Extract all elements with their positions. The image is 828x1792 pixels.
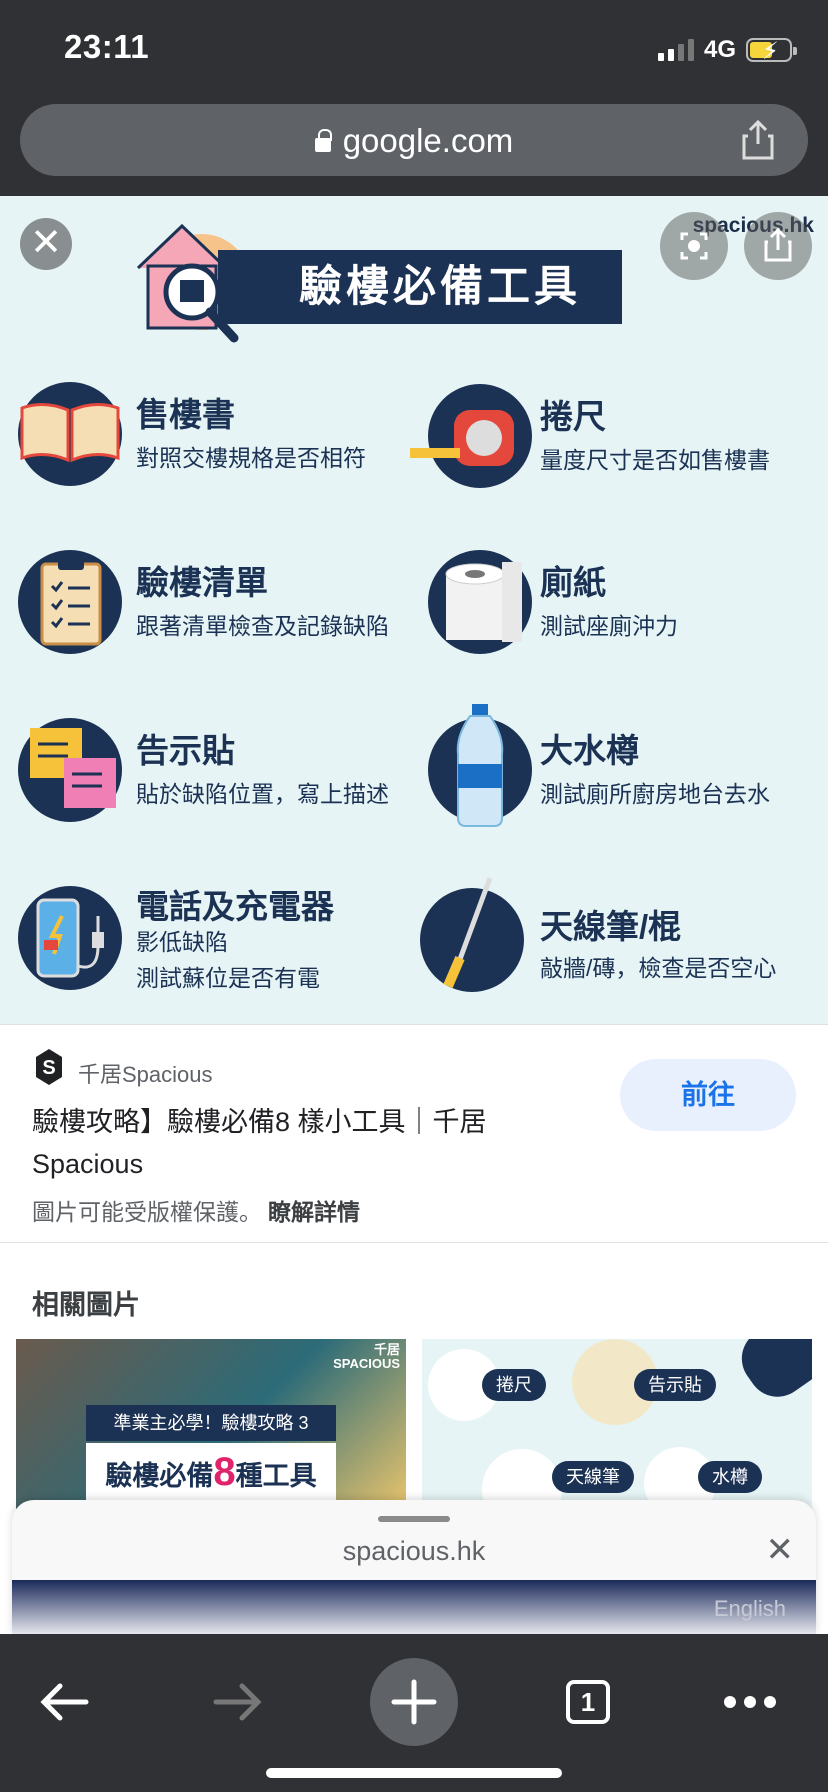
tool-title: 售樓書 xyxy=(136,396,235,433)
banner-title: 驗樓必備工具 xyxy=(218,250,622,324)
tool-title: 大水樽 xyxy=(540,732,639,769)
tool-desc: 跟著清單檢查及記錄缺陷 xyxy=(136,613,389,639)
tool-desc: 測試座廁沖力 xyxy=(540,613,678,639)
sheet-url: spacious.hk xyxy=(342,1536,486,1566)
forward-arrow-icon xyxy=(213,1683,262,1721)
tabs-button[interactable]: 1 xyxy=(544,1658,632,1746)
tool-title: 天線筆/棍 xyxy=(540,908,682,945)
thumb-label: 捲尺 xyxy=(482,1369,546,1401)
tool-title: 廁紙 xyxy=(540,564,606,601)
drag-handle[interactable] xyxy=(378,1516,450,1522)
result-card: S 千居Spacious 驗樓攻略】驗樓必備8 樣小工具｜千居 Spacious… xyxy=(0,1024,828,1242)
tool-desc: 測試蘇位是否有電 xyxy=(136,965,320,991)
thumb-label: 天線筆 xyxy=(552,1461,634,1493)
share-icon[interactable] xyxy=(738,118,778,162)
tool-desc: 對照交樓規格是否相符 xyxy=(136,445,366,471)
phone-charger-icon xyxy=(36,898,104,978)
water-bottle-icon xyxy=(456,704,504,827)
copyright-note: 圖片可能受版權保護。 瞭解詳情 xyxy=(32,1193,360,1227)
back-button[interactable] xyxy=(20,1658,108,1746)
visit-button[interactable]: 前往 xyxy=(620,1059,796,1131)
address-bar[interactable]: google.com xyxy=(20,104,808,176)
battery-icon: ⚡ xyxy=(746,38,797,65)
thumb-brand: 千居 SPACIOUS xyxy=(333,1343,400,1371)
tool-title: 驗樓清單 xyxy=(136,564,268,601)
home-indicator xyxy=(266,1768,562,1778)
tool-title: 告示貼 xyxy=(136,732,235,769)
sticky-note-icon xyxy=(30,728,116,808)
brand-line2: SPACIOUS xyxy=(333,1356,400,1371)
checklist-icon xyxy=(40,558,102,646)
tool-desc: 敲牆/磚，檢查是否空心 xyxy=(540,955,777,981)
status-time: 23:11 xyxy=(64,28,150,65)
more-button[interactable] xyxy=(706,1658,794,1746)
source-name: 千居Spacious xyxy=(78,1062,213,1087)
copyright-text: 圖片可能受版權保護。 xyxy=(32,1199,262,1225)
close-icon[interactable]: ✕ xyxy=(766,1530,795,1570)
related-thumb-2[interactable]: 捲尺 告示貼 天線筆 水樽 xyxy=(422,1339,812,1509)
forward-button[interactable] xyxy=(194,1658,282,1746)
learn-more-link[interactable]: 瞭解詳情 xyxy=(268,1199,360,1225)
language-link[interactable]: English xyxy=(714,1596,786,1622)
tool-title: 電話及充電器 xyxy=(136,888,334,925)
status-icons: 4G ⚡ xyxy=(657,36,797,65)
book-icon xyxy=(20,403,120,463)
decor-shape xyxy=(730,1339,812,1409)
thumb-label: 水樽 xyxy=(698,1461,762,1493)
tab-count: 1 xyxy=(566,1680,610,1724)
thumb-label: 告示貼 xyxy=(634,1369,716,1401)
signal-icon xyxy=(657,39,694,61)
tool-title: 捲尺 xyxy=(540,398,606,435)
tool-desc: 量度尺寸是否如售樓書 xyxy=(540,447,770,473)
image-preview[interactable]: ✕ spacious.hk 驗樓必備工具 售樓書 對照交樓規格是否相符 捲尺 量… xyxy=(0,196,828,1024)
tape-measure-icon xyxy=(410,410,514,466)
headline-b: 種工具 xyxy=(235,1461,317,1491)
site-preview xyxy=(12,1580,816,1634)
result-title[interactable]: 驗樓攻略】驗樓必備8 樣小工具｜千居 Spacious xyxy=(32,1101,522,1185)
network-type: 4G xyxy=(703,36,736,63)
tool-desc: 影低缺陷 xyxy=(136,929,228,955)
lens-icon[interactable] xyxy=(660,212,728,280)
tool-desc: 貼於缺陷位置，寫上描述 xyxy=(136,781,389,807)
headline-num: 8 xyxy=(213,1450,236,1494)
tool-desc: 測試廁所廚房地台去水 xyxy=(540,781,770,807)
site-preview-sheet[interactable]: spacious.hk ✕ English xyxy=(12,1500,816,1634)
headline-a: 驗樓必備 xyxy=(105,1461,214,1491)
top-chrome: 23:11 4G ⚡ google.com xyxy=(0,0,828,196)
related-title: 相關圖片 xyxy=(32,1290,140,1320)
related-thumb-1[interactable]: 千居 SPACIOUS 準業主必學！驗樓攻略 3 驗樓必備8種工具 xyxy=(16,1339,406,1509)
thumb-headline: 驗樓必備8種工具 xyxy=(86,1443,336,1501)
bottom-toolbar: 1 xyxy=(0,1634,828,1792)
spacious-logo-icon: S xyxy=(36,1049,62,1085)
thumb-tag: 準業主必學！驗樓攻略 3 xyxy=(86,1405,336,1441)
brand-line1: 千居 xyxy=(373,1342,400,1357)
close-icon[interactable]: ✕ xyxy=(20,218,72,270)
related-images: 相關圖片 千居 SPACIOUS 準業主必學！驗樓攻略 3 驗樓必備8種工具 捲尺… xyxy=(0,1242,828,1509)
url-text: google.com xyxy=(342,122,514,159)
new-tab-button[interactable] xyxy=(370,1658,458,1746)
toilet-paper-icon xyxy=(445,562,522,642)
plus-icon xyxy=(391,1679,437,1725)
antenna-pen-icon xyxy=(443,877,493,988)
more-icon xyxy=(724,1696,776,1708)
back-arrow-icon xyxy=(40,1683,89,1721)
svg-text:S: S xyxy=(42,1057,55,1079)
lock-icon xyxy=(314,129,332,152)
share-image-icon[interactable] xyxy=(744,212,812,280)
